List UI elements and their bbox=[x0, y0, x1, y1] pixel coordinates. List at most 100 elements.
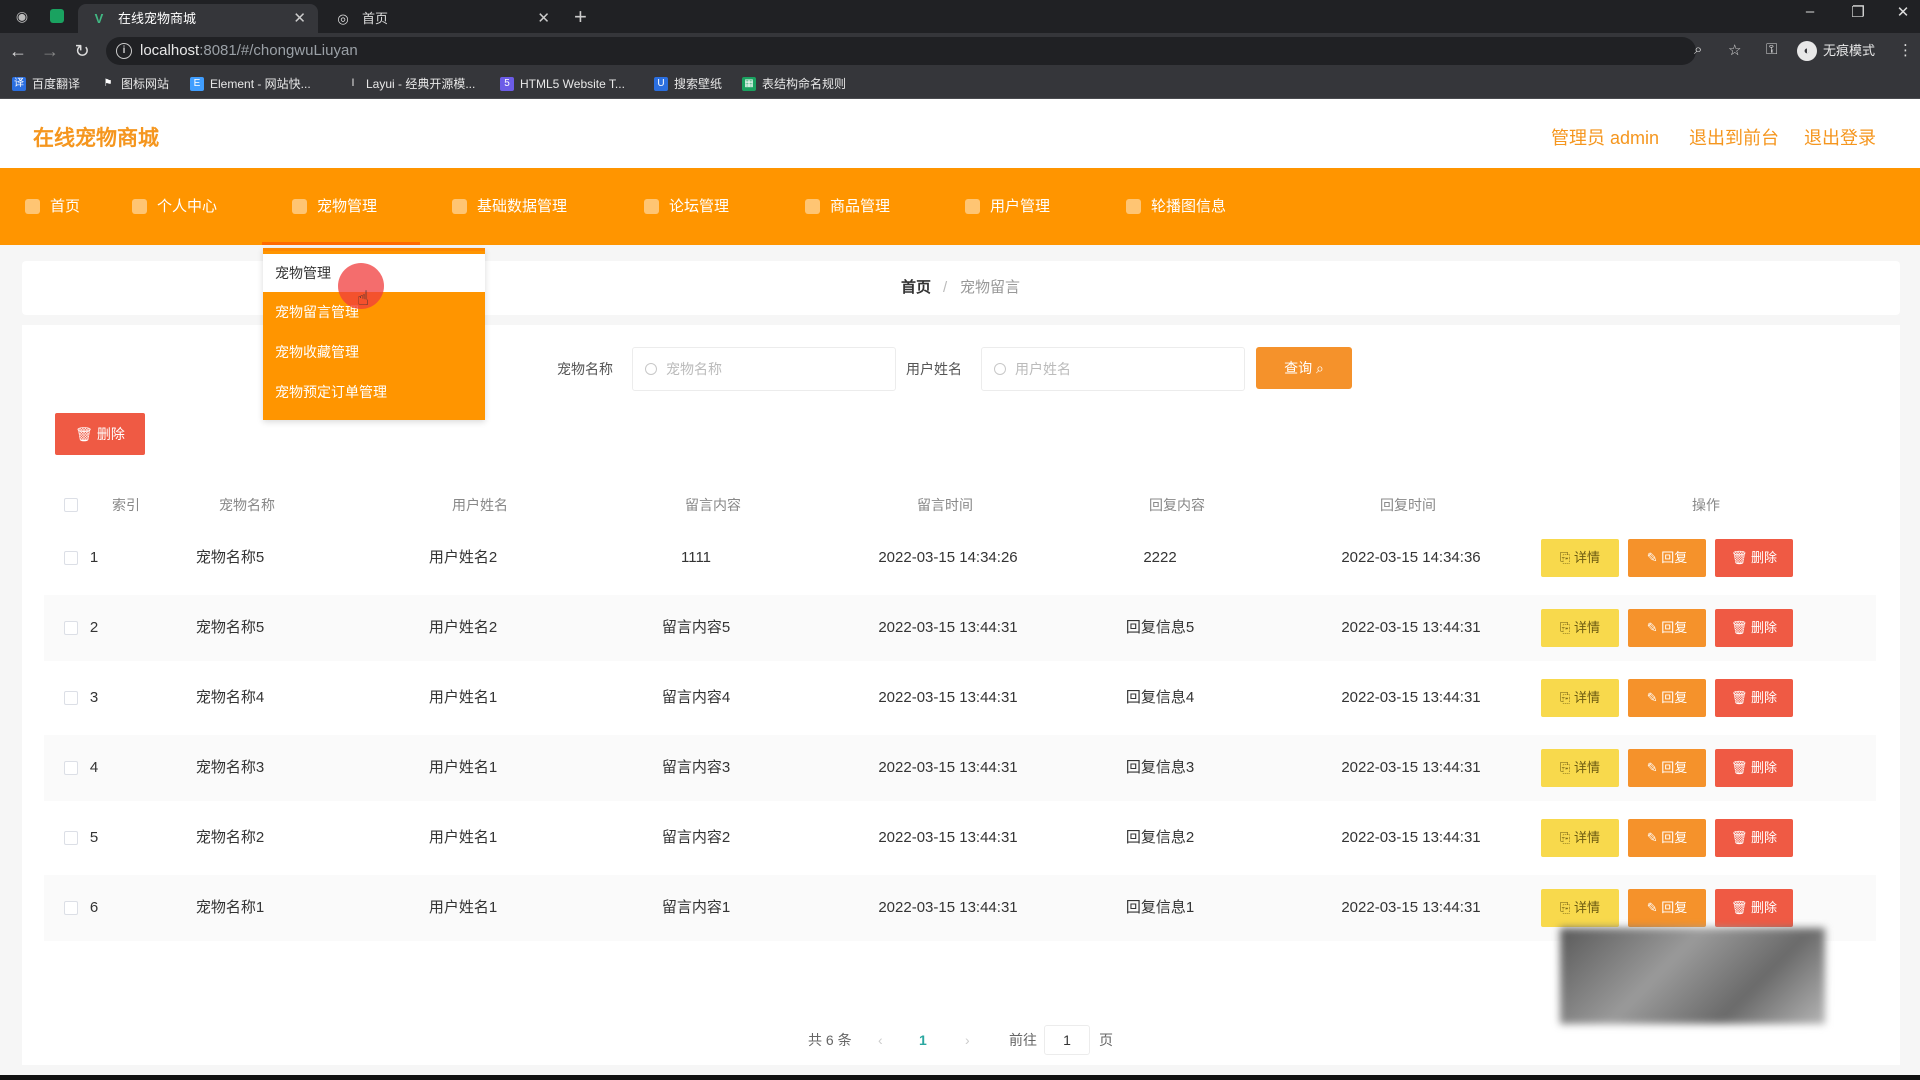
star-icon[interactable]: ☆ bbox=[1728, 41, 1741, 59]
close-icon[interactable]: ✕ bbox=[537, 4, 550, 33]
app-header: 在线宠物商城 管理员 admin 退出到前台 退出登录 bbox=[0, 100, 1920, 168]
delete-button[interactable]: 🗑 删除 bbox=[1715, 889, 1793, 927]
dropdown-item-pet-favorite[interactable]: 宠物收藏管理 bbox=[263, 333, 485, 371]
row-checkbox[interactable] bbox=[64, 901, 78, 915]
row-checkbox[interactable] bbox=[64, 551, 78, 565]
trash-icon: 🗑 bbox=[1730, 830, 1752, 845]
search-icon bbox=[994, 363, 1006, 375]
browser-tab-bar: ◉ V 在线宠物商城 ✕ ◎ 首页 ✕ + – ❐ ✕ bbox=[0, 0, 1920, 33]
cell-pet-name: 宠物名称5 bbox=[195, 549, 265, 566]
exit-to-front-link[interactable]: 退出到前台 bbox=[1689, 124, 1779, 150]
logout-link[interactable]: 退出登录 bbox=[1804, 124, 1876, 150]
admin-label: 管理员 admin bbox=[1551, 128, 1660, 148]
delete-button[interactable]: 🗑 删除 bbox=[1715, 749, 1793, 787]
reply-button[interactable]: ✎ 回复 bbox=[1628, 609, 1706, 647]
bookmark-item[interactable]: E Element - 网站快... bbox=[188, 69, 311, 99]
zoom-icon[interactable]: ⌕ bbox=[1694, 41, 1702, 58]
detail-button[interactable]: ⎘ 详情 bbox=[1541, 609, 1619, 647]
reply-button[interactable]: ✎ 回复 bbox=[1628, 819, 1706, 857]
home-icon bbox=[25, 199, 40, 214]
bookmark-item[interactable]: U 搜索壁纸 bbox=[652, 69, 722, 99]
nav-pet-management[interactable]: 宠物管理 bbox=[261, 168, 421, 245]
table-row: 1 宠物名称5 用户姓名2 1111 2022-03-15 14:34:26 2222 20… bbox=[44, 525, 1876, 591]
row-checkbox[interactable] bbox=[64, 831, 78, 845]
detail-button[interactable]: ⎘ 详情 bbox=[1541, 679, 1619, 717]
bookmark-item[interactable]: l Layui - 经典开源模... bbox=[344, 69, 475, 99]
cell-message-time: 2022-03-15 13:44:31 bbox=[878, 759, 1018, 776]
goto-page-input[interactable]: 1 bbox=[1044, 1025, 1090, 1055]
cell-message-time: 2022-03-15 13:44:31 bbox=[878, 689, 1018, 706]
nav-goods[interactable]: 商品管理 bbox=[805, 168, 890, 245]
more-icon[interactable]: ⋮ bbox=[1898, 41, 1913, 59]
delete-button[interactable]: 🗑 删除 bbox=[1715, 819, 1793, 857]
site-logo[interactable]: 在线宠物商城 bbox=[33, 122, 159, 152]
nav-home[interactable]: 首页 bbox=[25, 168, 80, 245]
incognito-badge[interactable]: ◐ 无痕模式 bbox=[1797, 40, 1875, 62]
detail-button[interactable]: ⎘ 详情 bbox=[1541, 749, 1619, 787]
sheet-app-icon[interactable] bbox=[50, 9, 64, 23]
detail-button[interactable]: ⎘ 详情 bbox=[1541, 539, 1619, 577]
query-button[interactable]: 查询 ⌕ bbox=[1256, 347, 1352, 389]
browser-address-bar: ← → ↻ i localhost:8081/#/chongwuLiuyan ⌕… bbox=[0, 33, 1920, 69]
data-icon bbox=[452, 199, 467, 214]
nav-users[interactable]: 用户管理 bbox=[965, 168, 1050, 245]
delete-button[interactable]: 🗑 删除 bbox=[1715, 609, 1793, 647]
minimize-icon[interactable]: – bbox=[1795, 3, 1825, 20]
nav-carousel[interactable]: 轮播图信息 bbox=[1126, 168, 1226, 245]
screen-edge bbox=[0, 1075, 1920, 1080]
detail-button[interactable]: ⎘ 详情 bbox=[1541, 819, 1619, 857]
prev-page-icon[interactable]: ‹ bbox=[878, 1025, 883, 1055]
reply-button[interactable]: ✎ 回复 bbox=[1628, 749, 1706, 787]
trash-icon: 🗑 bbox=[1730, 760, 1752, 775]
key-icon[interactable]: ⚿ bbox=[1766, 41, 1777, 58]
restore-icon[interactable]: ❐ bbox=[1843, 3, 1873, 21]
user-name-input[interactable]: 用户姓名 bbox=[981, 347, 1245, 391]
page-unit-label: 页 bbox=[1099, 1032, 1113, 1048]
reload-icon[interactable]: ↻ bbox=[70, 39, 94, 63]
browser-menu-icon[interactable]: ◉ bbox=[12, 6, 32, 26]
reply-button[interactable]: ✎ 回复 bbox=[1628, 539, 1706, 577]
info-icon[interactable]: i bbox=[116, 43, 132, 59]
tab-home[interactable]: ◎ 首页 ✕ bbox=[322, 4, 562, 33]
detail-button[interactable]: ⎘ 详情 bbox=[1541, 889, 1619, 927]
back-icon[interactable]: ← bbox=[6, 39, 30, 63]
page-number[interactable]: 1 bbox=[919, 1025, 927, 1055]
nav-forum[interactable]: 论坛管理 bbox=[644, 168, 729, 245]
delete-button[interactable]: 🗑 删除 bbox=[1715, 539, 1793, 577]
vue-icon: V bbox=[94, 11, 104, 26]
bookmark-item[interactable]: 5 HTML5 Website T... bbox=[498, 69, 625, 99]
flag-icon: ⚑ bbox=[103, 78, 113, 89]
select-all-checkbox[interactable] bbox=[64, 498, 78, 512]
row-checkbox[interactable] bbox=[64, 761, 78, 775]
cell-pet-name: 宠物名称4 bbox=[195, 689, 265, 706]
main-nav: 首页 个人中心 宠物管理 基础数据管理 论坛管理 商品管理 用户管理 轮播图信息 bbox=[0, 168, 1920, 245]
breadcrumb-home[interactable]: 首页 bbox=[901, 261, 931, 315]
nav-base-data[interactable]: 基础数据管理 bbox=[452, 168, 567, 245]
bulk-delete-button[interactable]: 🗑 删除 bbox=[55, 413, 145, 455]
file-icon: ⎘ bbox=[1559, 760, 1574, 775]
bookmark-item[interactable]: 译百度翻译 bbox=[10, 69, 80, 99]
file-icon: ⎘ bbox=[1559, 620, 1574, 635]
next-page-icon[interactable]: › bbox=[965, 1025, 970, 1055]
col-actions: 操作 bbox=[1692, 497, 1720, 513]
forward-icon[interactable]: → bbox=[38, 39, 62, 63]
tab-active[interactable]: V 在线宠物商城 ✕ bbox=[78, 4, 318, 33]
trash-icon: 🗑 bbox=[1730, 550, 1752, 565]
cell-user-name: 用户姓名1 bbox=[428, 759, 498, 776]
reply-button[interactable]: ✎ 回复 bbox=[1628, 679, 1706, 717]
row-checkbox[interactable] bbox=[64, 621, 78, 635]
row-checkbox[interactable] bbox=[64, 691, 78, 705]
bookmark-item[interactable]: ▦ 表结构命名规则 bbox=[740, 69, 846, 99]
close-icon[interactable]: ✕ bbox=[293, 4, 306, 33]
cell-pet-name: 宠物名称1 bbox=[195, 899, 265, 916]
reply-button[interactable]: ✎ 回复 bbox=[1628, 889, 1706, 927]
window-close-icon[interactable]: ✕ bbox=[1888, 3, 1918, 21]
dropdown-item-pet-order[interactable]: 宠物预定订单管理 bbox=[263, 373, 485, 411]
url-field[interactable]: i localhost:8081/#/chongwuLiuyan bbox=[106, 37, 1696, 65]
new-tab-icon[interactable]: + bbox=[574, 4, 587, 30]
cell-user-name: 用户姓名2 bbox=[428, 619, 498, 636]
pet-name-input[interactable]: 宠物名称 bbox=[632, 347, 896, 391]
bookmark-item[interactable]: ⚑ 图标网站 bbox=[99, 69, 170, 99]
delete-button[interactable]: 🗑 删除 bbox=[1715, 679, 1793, 717]
nav-profile[interactable]: 个人中心 bbox=[132, 168, 217, 245]
